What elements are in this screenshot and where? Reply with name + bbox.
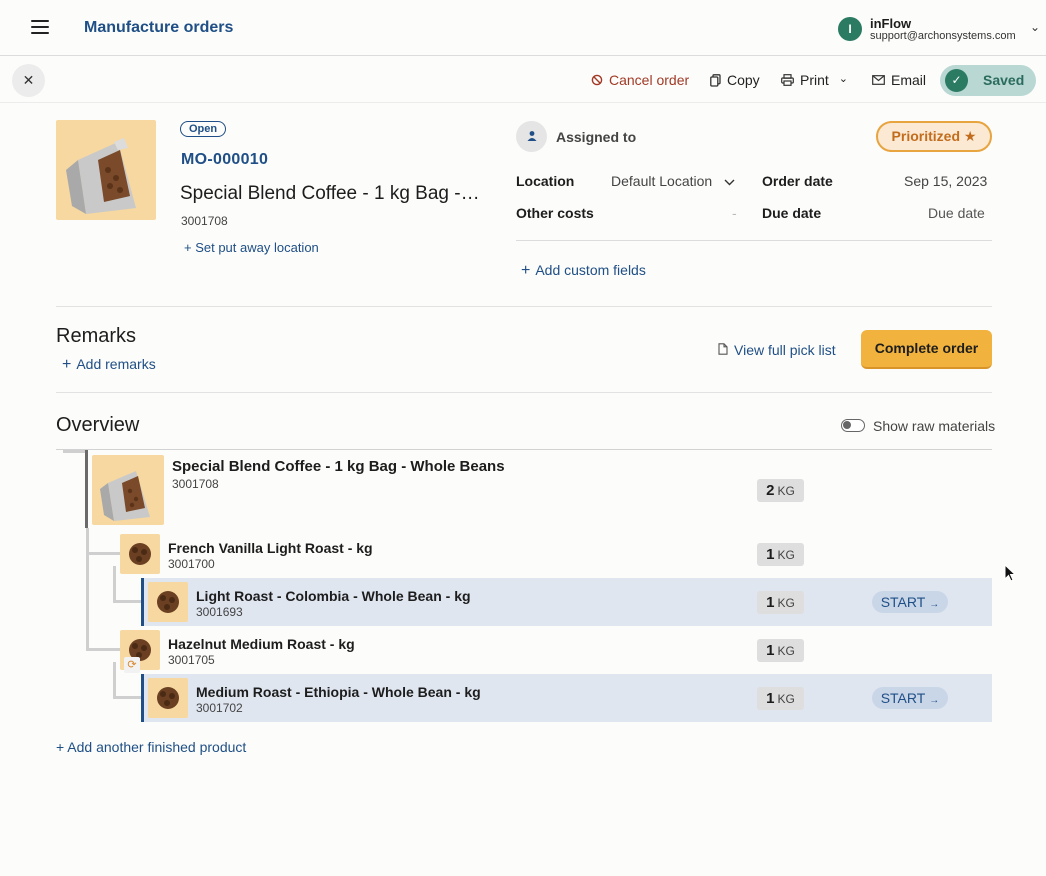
email-label: Email: [891, 72, 927, 88]
remarks-heading: Remarks: [56, 325, 137, 347]
tree-connector: [85, 450, 88, 528]
saved-button[interactable]: ✓ Saved: [940, 65, 1036, 96]
order-date-value[interactable]: Sep 15, 2023: [904, 173, 987, 189]
row-accent: [141, 578, 144, 626]
quantity-badge: 1 KG: [757, 639, 804, 662]
account-name[interactable]: inFlow: [870, 16, 911, 31]
quantity-badge: 1 KG: [757, 687, 804, 710]
menu-icon[interactable]: [31, 20, 49, 34]
quantity-badge: 2 KG: [757, 479, 804, 502]
tree-connector: [113, 600, 141, 603]
start-button[interactable]: START →: [872, 687, 948, 709]
tree-item-name[interactable]: Light Roast - Colombia - Whole Bean - kg: [196, 588, 471, 604]
tree-connector: [113, 566, 116, 602]
quantity-badge: 1 KG: [757, 543, 804, 566]
tree-connector: [113, 696, 141, 699]
add-custom-fields-button[interactable]: + Add custom fields: [521, 262, 646, 280]
tree-item-name[interactable]: Special Blend Coffee - 1 kg Bag - Whole …: [172, 458, 505, 475]
order-date-label: Order date: [762, 173, 833, 189]
substitute-icon[interactable]: ⟳: [124, 657, 140, 673]
copy-icon: [710, 73, 721, 87]
quantity-badge: 1 KG: [757, 591, 804, 614]
location-value: Default Location: [611, 173, 713, 189]
copy-button[interactable]: Copy: [710, 72, 760, 88]
status-badge: Open: [180, 121, 227, 137]
location-label: Location: [516, 173, 575, 189]
add-remarks-label: Add remarks: [76, 356, 156, 372]
due-date-label: Due date: [762, 205, 822, 221]
saved-label: Saved: [983, 72, 1025, 88]
check-icon: ✓: [945, 69, 968, 92]
chevron-down-icon[interactable]: ⌄: [1030, 20, 1040, 34]
chevron-down-icon: ⌄: [838, 72, 849, 85]
tree-item-sku: 3001693: [196, 605, 243, 619]
product-thumbnail: [120, 534, 160, 574]
print-label: Print: [800, 72, 829, 88]
order-number: MO-000010: [181, 151, 269, 168]
page-title: Manufacture orders: [84, 19, 234, 36]
divider: [56, 306, 992, 307]
tree-item-sku: 3001700: [168, 557, 215, 571]
due-date-input[interactable]: Due date: [928, 205, 985, 221]
set-put-away-link[interactable]: + Set put away location: [184, 240, 319, 255]
raw-materials-toggle-label[interactable]: Show raw materials: [873, 418, 995, 434]
view-pick-list-label: View full pick list: [734, 342, 836, 358]
other-costs-label: Other costs: [516, 205, 594, 221]
product-sku: 3001708: [181, 214, 228, 228]
plus-icon: +: [62, 356, 72, 373]
add-remarks-button[interactable]: + Add remarks: [62, 356, 156, 374]
tree-item-sku: 3001705: [168, 653, 215, 667]
product-thumbnail: [148, 678, 188, 718]
product-thumbnail: [92, 455, 164, 525]
tree-item-name[interactable]: Medium Roast - Ethiopia - Whole Bean - k…: [196, 684, 481, 700]
product-image: [56, 120, 156, 220]
product-name[interactable]: Special Blend Coffee - 1 kg Bag - Whole …: [180, 183, 480, 205]
close-button[interactable]: ✕: [12, 64, 45, 97]
mouse-cursor-icon: [1004, 564, 1016, 582]
print-icon: [781, 74, 794, 86]
overview-heading: Overview: [56, 414, 140, 436]
account-email: support@archonsystems.com: [870, 30, 1016, 42]
cancel-order-label: Cancel order: [609, 72, 690, 88]
tree-item-sku: 3001708: [172, 477, 219, 491]
tree-item-sku: 3001702: [196, 701, 243, 715]
divider: [56, 392, 992, 393]
divider: [516, 240, 992, 241]
product-thumbnail: [148, 582, 188, 622]
add-custom-fields-label: Add custom fields: [535, 262, 646, 278]
view-pick-list-link[interactable]: View full pick list: [718, 342, 836, 358]
copy-label: Copy: [727, 72, 760, 88]
tree-connector: [63, 450, 85, 453]
priority-badge[interactable]: Prioritized ★: [876, 121, 992, 152]
assigned-to-label[interactable]: Assigned to: [556, 129, 636, 145]
location-select[interactable]: Default Location: [611, 173, 735, 189]
chevron-down-icon: [724, 179, 735, 186]
row-accent: [141, 674, 144, 722]
start-button[interactable]: START →: [872, 591, 948, 613]
add-finished-product-link[interactable]: + Add another finished product: [56, 739, 246, 755]
divider: [56, 449, 992, 450]
tree-connector: [86, 528, 89, 650]
complete-order-button[interactable]: Complete order: [861, 330, 992, 369]
avatar[interactable]: I: [838, 17, 862, 41]
raw-materials-toggle[interactable]: [841, 419, 865, 432]
arrow-right-icon: →: [929, 599, 940, 610]
tree-connector: [86, 552, 120, 555]
plus-icon: +: [521, 262, 531, 279]
tree-connector: [86, 648, 120, 651]
cancel-order-button[interactable]: Cancel order: [591, 72, 689, 88]
tree-item-name[interactable]: Hazelnut Medium Roast - kg: [168, 636, 355, 652]
print-button[interactable]: Print ⌄: [781, 72, 848, 88]
mail-icon: [872, 75, 885, 85]
document-icon: [718, 343, 728, 355]
email-button[interactable]: Email: [872, 72, 926, 88]
user-icon[interactable]: [516, 121, 547, 152]
tree-item-name[interactable]: French Vanilla Light Roast - kg: [168, 540, 373, 556]
arrow-right-icon: →: [929, 695, 940, 706]
cancel-icon: [591, 74, 603, 86]
other-costs-value[interactable]: -: [732, 205, 737, 221]
tree-connector: [113, 662, 116, 698]
